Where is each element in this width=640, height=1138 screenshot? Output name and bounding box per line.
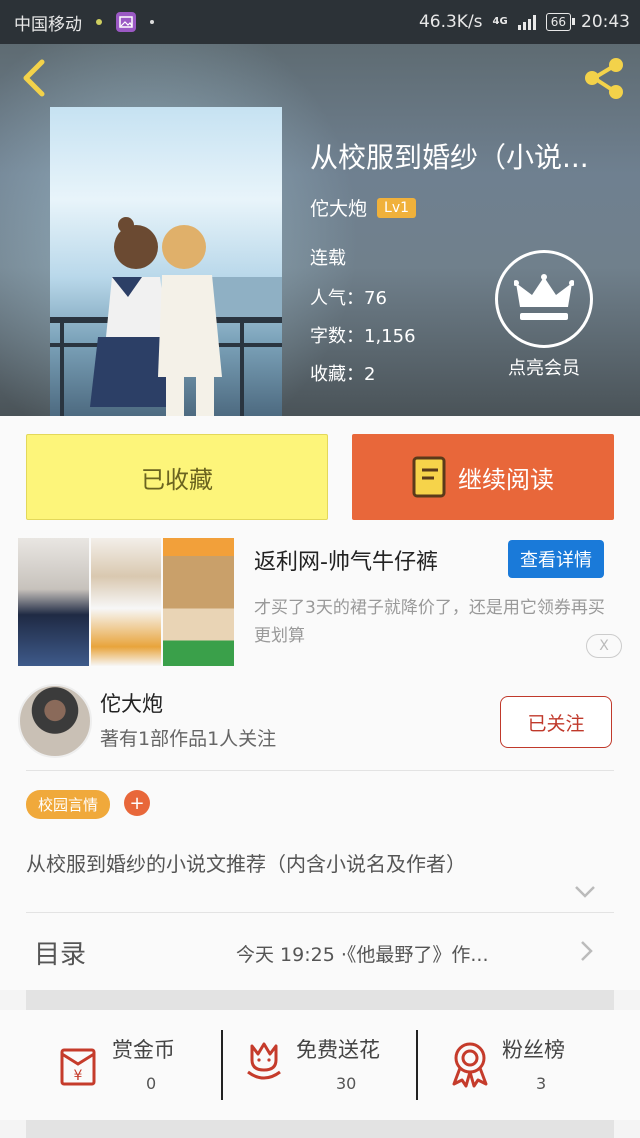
ad-detail-button[interactable]: 查看详情 xyxy=(508,540,604,578)
share-icon xyxy=(585,58,623,99)
flower-icon xyxy=(247,1042,281,1080)
favorited-button[interactable]: 已收藏 xyxy=(26,434,328,520)
share-button[interactable] xyxy=(580,54,628,102)
continue-reading-button[interactable]: 继续阅读 xyxy=(352,434,614,520)
status-bar: 中国移动 46.3K/s 4G 66 20:43 xyxy=(0,0,640,44)
divider xyxy=(26,770,614,771)
carrier-label: 中国移动 xyxy=(14,14,82,35)
book-title: 从校服到婚纱（小说... xyxy=(310,141,589,174)
book-icon xyxy=(412,456,446,498)
ad-images xyxy=(18,538,235,666)
notification-dot-icon xyxy=(96,19,102,25)
action-bar: ¥ 赏金币 0 免费送花 30 粉丝榜 3 xyxy=(0,1010,640,1120)
book-cover[interactable] xyxy=(50,107,282,416)
author-stats: 著有1部作品1人关注 xyxy=(100,728,277,750)
favorited-label: 已收藏 xyxy=(141,465,213,494)
section-gap xyxy=(26,990,614,1010)
reward-coins-label: 赏金币 xyxy=(112,1038,175,1062)
fan-ranking-count: 3 xyxy=(536,1074,547,1093)
ad-image-3 xyxy=(163,538,235,666)
popularity: 人气：76 xyxy=(310,288,387,309)
fan-ranking-label: 粉丝榜 xyxy=(502,1038,565,1062)
ad-description: 才买了3天的裙子就降价了，还是用它领券再买更划算 xyxy=(254,598,605,646)
toc-label: 目录 xyxy=(34,940,87,970)
favorites-count: 收藏：2 xyxy=(310,364,376,385)
word-count: 字数：1,156 xyxy=(310,326,416,347)
send-flower-button[interactable]: 免费送花 30 xyxy=(244,1024,404,1104)
book-header: 从校服到婚纱（小说... 佗大炮 Lv1 连载 人气：76 字数：1,156 收… xyxy=(0,44,640,416)
svg-text:¥: ¥ xyxy=(74,1068,83,1084)
clock: 20:43 xyxy=(581,12,630,32)
cover-illustration xyxy=(50,217,282,416)
notification-dot-small-icon xyxy=(150,20,154,24)
action-separator xyxy=(221,1030,223,1100)
author-block[interactable]: 佗大炮 著有1部作品1人关注 已关注 xyxy=(0,680,640,770)
level-badge: Lv1 xyxy=(377,197,417,218)
vip-button[interactable]: 点亮会员 xyxy=(492,250,596,380)
author-name[interactable]: 佗大炮 xyxy=(310,194,367,221)
ad-image-1 xyxy=(18,538,89,666)
battery-icon: 66 xyxy=(545,13,576,31)
divider xyxy=(26,912,614,913)
crown-icon xyxy=(495,250,593,348)
signal-icon xyxy=(517,14,536,30)
reward-coins-button[interactable]: ¥ 赏金币 0 xyxy=(56,1024,206,1104)
chevron-down-icon xyxy=(575,886,595,898)
fan-ranking-button[interactable]: 粉丝榜 3 xyxy=(450,1024,600,1104)
bottom-gap xyxy=(26,1120,614,1138)
avatar[interactable] xyxy=(18,684,92,758)
action-separator xyxy=(416,1030,418,1100)
follow-button[interactable]: 已关注 xyxy=(500,696,612,748)
table-of-contents-row[interactable]: 目录 今天 19:25 ·《他最野了》作... xyxy=(0,914,640,990)
chevron-right-icon xyxy=(580,940,594,966)
ad-banner[interactable]: 返利网-帅气牛仔裤 查看详情 才买了3天的裙子就降价了，还是用它领券再买更划算 … xyxy=(0,538,640,670)
back-button[interactable] xyxy=(16,56,56,100)
genre-tag[interactable]: 校园言情 xyxy=(26,790,111,819)
ad-title: 返利网-帅气牛仔裤 xyxy=(254,550,438,575)
continue-reading-label: 继续阅读 xyxy=(458,465,554,494)
vip-label: 点亮会员 xyxy=(508,358,580,379)
expand-button[interactable] xyxy=(574,884,596,903)
network-type: 4G xyxy=(492,16,508,27)
serial-status: 连载 xyxy=(310,248,346,269)
book-description: 从校服到婚纱的小说文推荐（内含小说名及作者） xyxy=(26,852,466,876)
latest-chapter: 今天 19:25 ·《他最野了》作... xyxy=(236,944,489,966)
gallery-icon xyxy=(116,12,136,32)
back-arrow-icon xyxy=(23,59,45,97)
red-envelope-icon: ¥ xyxy=(60,1048,96,1086)
medal-icon xyxy=(452,1042,488,1088)
ad-image-2 xyxy=(90,538,162,666)
main-panel: 已收藏 继续阅读 返利网-帅气牛仔裤 查看详情 才买了3天的裙子就降价了，还是用… xyxy=(0,416,640,990)
ad-close-button[interactable]: X xyxy=(586,634,622,658)
send-flower-count: 30 xyxy=(336,1074,357,1093)
reward-coins-count: 0 xyxy=(146,1074,157,1093)
author-row: 佗大炮 Lv1 xyxy=(310,194,417,221)
add-tag-button[interactable]: + xyxy=(124,790,150,816)
author-block-name: 佗大炮 xyxy=(100,692,163,716)
send-flower-label: 免费送花 xyxy=(296,1038,380,1062)
network-speed: 46.3K/s xyxy=(418,12,483,32)
